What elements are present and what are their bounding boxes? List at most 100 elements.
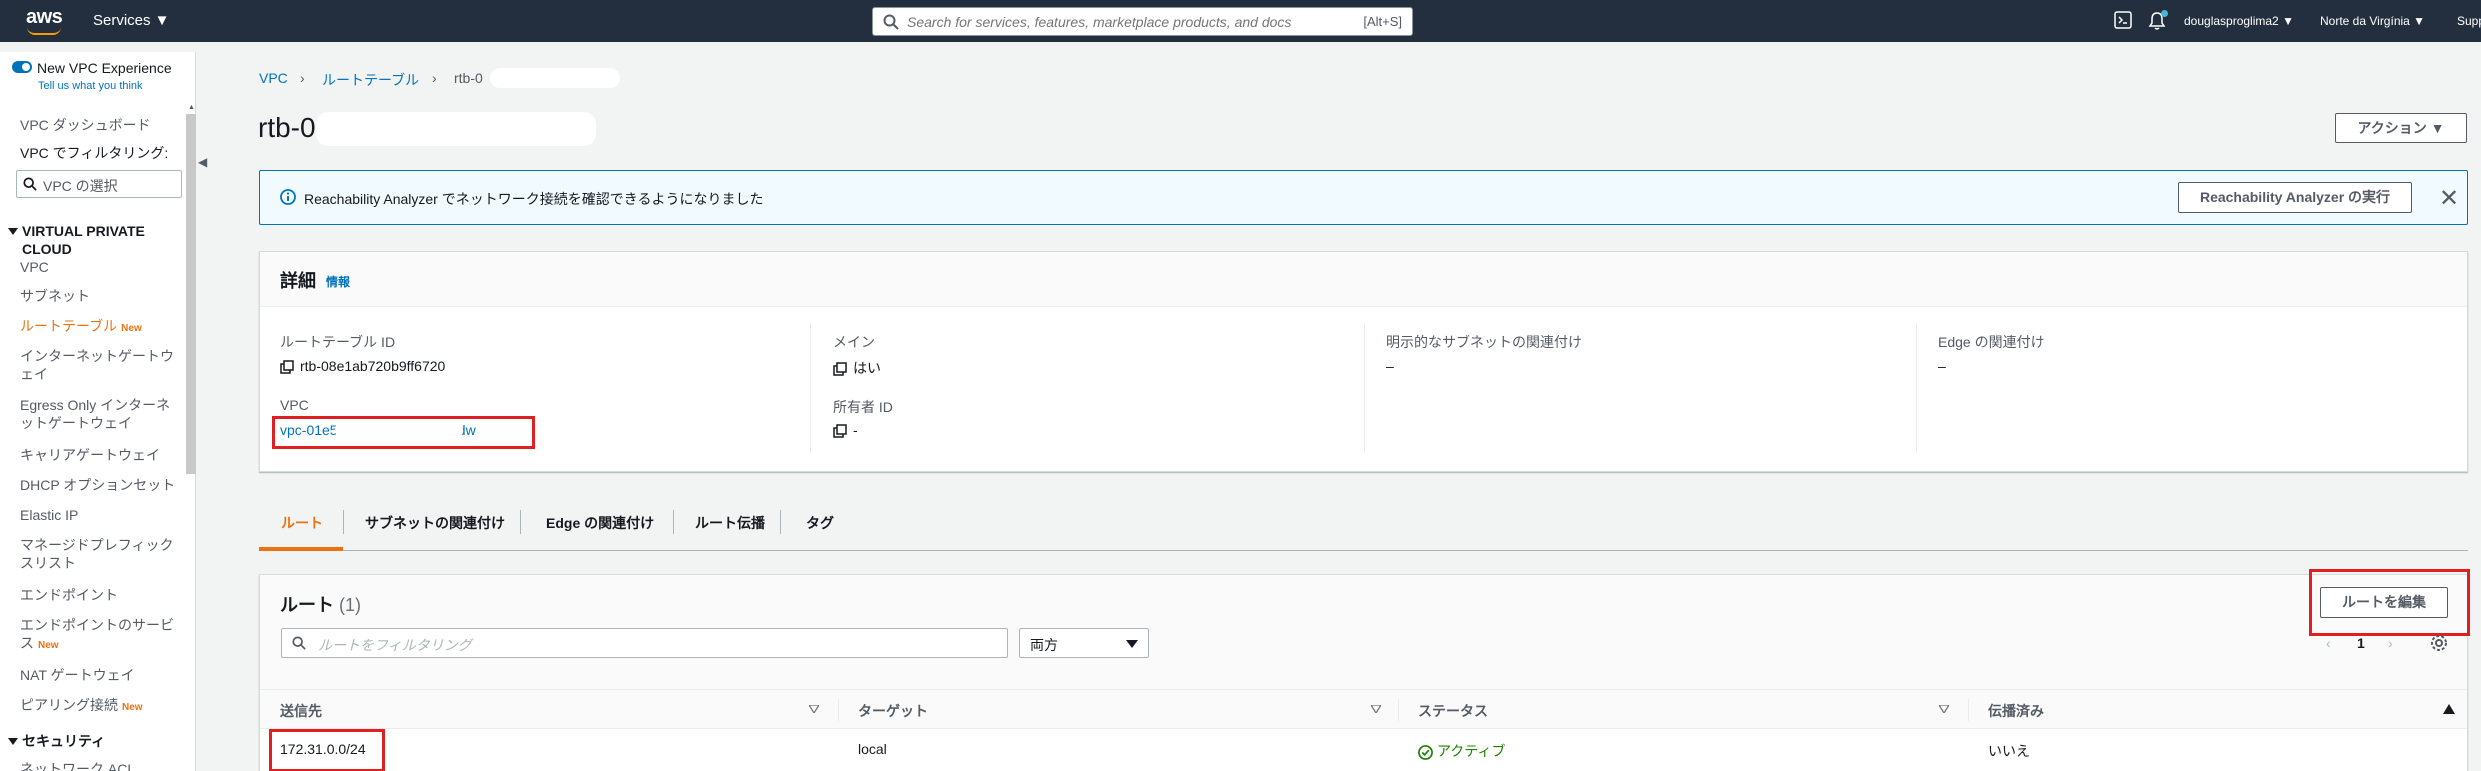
copy-icon[interactable] — [833, 424, 847, 439]
breadcrumb-vpc[interactable]: VPC — [259, 70, 288, 86]
column-header-propagated[interactable]: 伝播済み — [1988, 701, 2044, 721]
collapse-sidebar-icon[interactable]: ◀ — [198, 155, 207, 169]
details-title: 詳細 — [280, 271, 316, 291]
details-panel: 詳細 情報 ルートテーブル ID rtb-08e1ab720b9ff6720 V… — [259, 251, 2468, 472]
actions-button[interactable]: アクション ▼ — [2335, 113, 2467, 143]
sidebar-item-dashboard[interactable]: VPC ダッシュボード — [20, 116, 180, 134]
sidebar-item-label: DHCP オプションセット — [20, 477, 176, 493]
close-icon[interactable]: ✕ — [2439, 184, 2459, 213]
redaction-mark — [316, 112, 596, 146]
new-badge: New — [121, 323, 142, 334]
section-security[interactable]: セキュリティ — [22, 732, 192, 750]
tab-edge-associations[interactable]: Edge の関連付け — [546, 513, 654, 533]
sidebar-item-endpoint-services[interactable]: エンドポイントのサービス New — [20, 616, 180, 655]
sidebar-item-label: NAT ゲートウェイ — [20, 667, 135, 683]
caret-down-icon[interactable] — [8, 736, 18, 746]
highlight-box — [272, 416, 535, 449]
owner-id-value: - — [833, 422, 858, 439]
vpc-filter-select[interactable]: VPC の選択 — [16, 170, 182, 198]
routes-header: ルート (1) ルートをフィルタリング 両方 ルートを編集 ‹ 1 › — [260, 569, 2470, 689]
vpc-filter-label: VPC でフィルタリング: — [20, 145, 169, 161]
column-header-status[interactable]: ステータス — [1418, 701, 1488, 721]
sort-icon[interactable] — [1371, 705, 1381, 713]
account-menu[interactable]: douglasproglima2 ▼ — [2184, 14, 2294, 28]
sidebar-item-network-acls[interactable]: ネットワーク ACL — [20, 760, 180, 771]
copy-icon[interactable] — [280, 360, 294, 375]
sidebar-item-vpc[interactable]: VPC — [20, 258, 180, 276]
sort-icon[interactable] — [1939, 705, 1949, 713]
main-value: はい — [833, 358, 881, 378]
aws-logo-text: aws — [26, 6, 63, 28]
tab-separator — [520, 510, 521, 534]
region-selector[interactable]: Norte da Virgínia ▼ — [2320, 14, 2425, 28]
sidebar-item-egress-only-igw[interactable]: Egress Only インターネットゲートウェイ — [20, 396, 180, 432]
owner-id-text: - — [853, 422, 858, 438]
search-input[interactable] — [907, 12, 1327, 31]
highlight-box — [269, 729, 385, 771]
section-virtual-private-cloud[interactable]: VIRTUAL PRIVATE CLOUD — [22, 222, 182, 258]
sidebar-item-internet-gateways[interactable]: インターネットゲートウェイ — [20, 347, 180, 383]
tab-subnet-associations[interactable]: サブネットの関連付け — [365, 513, 505, 533]
sidebar-item-label: Elastic IP — [20, 507, 79, 523]
scrollbar-thumb[interactable] — [186, 114, 196, 474]
search-icon — [23, 177, 37, 191]
main-value-text: はい — [853, 360, 881, 376]
sidebar: New VPC Experience Tell us what you thin… — [0, 52, 196, 771]
breadcrumb-route-tables[interactable]: ルートテーブル — [322, 70, 419, 90]
feedback-link[interactable]: Tell us what you think — [38, 80, 143, 92]
sidebar-item-label: VPC — [20, 259, 49, 275]
routes-type-select[interactable]: 両方 — [1019, 628, 1149, 658]
global-search[interactable]: [Alt+S] — [872, 7, 1413, 36]
column-header-target[interactable]: ターゲット — [858, 701, 928, 721]
page-number[interactable]: 1 — [2357, 635, 2365, 651]
tab-separator — [343, 510, 344, 534]
sidebar-item-dhcp-options[interactable]: DHCP オプションセット — [20, 476, 180, 494]
tab-route-propagation[interactable]: ルート伝播 — [695, 513, 765, 533]
column-header-destination[interactable]: 送信先 — [280, 701, 322, 721]
cloudshell-icon[interactable] — [2114, 11, 2132, 29]
banner-text: Reachability Analyzer でネットワーク接続を確認できるように… — [304, 191, 764, 207]
routes-title-text: ルート — [280, 595, 334, 615]
services-menu[interactable]: Services ▼ — [93, 12, 170, 29]
caret-down-icon[interactable] — [8, 226, 18, 236]
aws-smile-icon — [27, 27, 61, 35]
scroll-up-icon[interactable]: ▲ — [188, 104, 195, 111]
table-row[interactable]: 172.31.0.0/24 local アクティブ いいえ — [260, 729, 2467, 771]
vpc-label: VPC — [280, 397, 309, 413]
sidebar-scrollbar[interactable]: ▲ — [186, 104, 196, 524]
run-reachability-analyzer-button[interactable]: Reachability Analyzer の実行 — [2178, 182, 2412, 213]
sort-icon[interactable] — [809, 705, 819, 713]
sidebar-item-label: インターネットゲートウェイ — [20, 348, 174, 382]
sidebar-item-peering-connections[interactable]: ピアリング接続 New — [20, 696, 180, 717]
new-vpc-experience-toggle[interactable] — [12, 61, 32, 73]
detail-tabs: ルート サブネットの関連付け Edge の関連付け ルート伝播 タグ — [259, 498, 2468, 551]
explicit-subnet-associations-value: – — [1386, 358, 1394, 374]
support-menu[interactable]: Supp — [2457, 14, 2481, 28]
routes-filter-input[interactable]: ルートをフィルタリング — [281, 628, 1008, 658]
sidebar-item-label: ルートテーブル — [20, 318, 118, 334]
column-separator — [838, 699, 839, 721]
sidebar-item-route-tables[interactable]: ルートテーブル New — [20, 317, 180, 338]
copy-icon[interactable] — [833, 362, 847, 377]
previous-page-icon[interactable]: ‹ — [2326, 635, 2331, 651]
info-link[interactable]: 情報 — [326, 273, 350, 290]
sidebar-item-label: マネージドプレフィックスリスト — [20, 537, 174, 571]
sort-ascending-icon[interactable] — [2443, 704, 2455, 714]
routes-type-select-value: 両方 — [1030, 637, 1058, 653]
routes-count: (1) — [339, 595, 362, 615]
edge-associations-label: Edge の関連付け — [1938, 334, 2045, 350]
sidebar-item-subnets[interactable]: サブネット — [20, 287, 180, 305]
routes-panel: ルート (1) ルートをフィルタリング 両方 ルートを編集 ‹ 1 › 送信先 … — [259, 569, 2470, 771]
top-navigation: aws Services ▼ [Alt+S] douglasproglima2 … — [0, 0, 2481, 42]
notification-dot — [2161, 10, 2168, 17]
sidebar-item-managed-prefix-lists[interactable]: マネージドプレフィックスリスト — [20, 536, 180, 572]
tab-routes[interactable]: ルート — [281, 513, 323, 533]
sidebar-item-carrier-gateways[interactable]: キャリアゲートウェイ — [20, 446, 180, 464]
settings-gear-icon[interactable] — [2430, 634, 2448, 652]
next-page-icon[interactable]: › — [2388, 635, 2393, 651]
aws-logo[interactable]: aws — [24, 4, 64, 36]
sidebar-item-nat-gateways[interactable]: NAT ゲートウェイ — [20, 666, 180, 684]
sidebar-item-elastic-ip[interactable]: Elastic IP — [20, 506, 180, 524]
sidebar-item-endpoints[interactable]: エンドポイント — [20, 586, 180, 604]
tab-tags[interactable]: タグ — [806, 513, 834, 533]
